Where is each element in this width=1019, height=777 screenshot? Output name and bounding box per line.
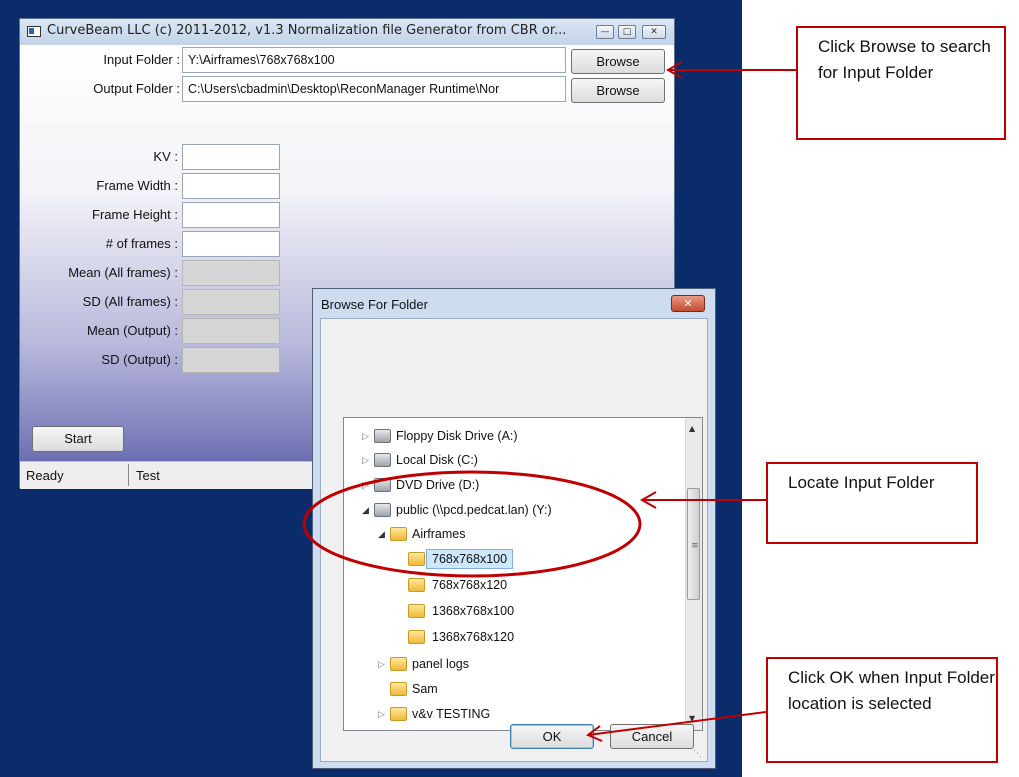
highlight-ellipse <box>302 470 642 578</box>
ok-arrow <box>587 711 767 736</box>
annotation-overlay <box>302 61 796 742</box>
